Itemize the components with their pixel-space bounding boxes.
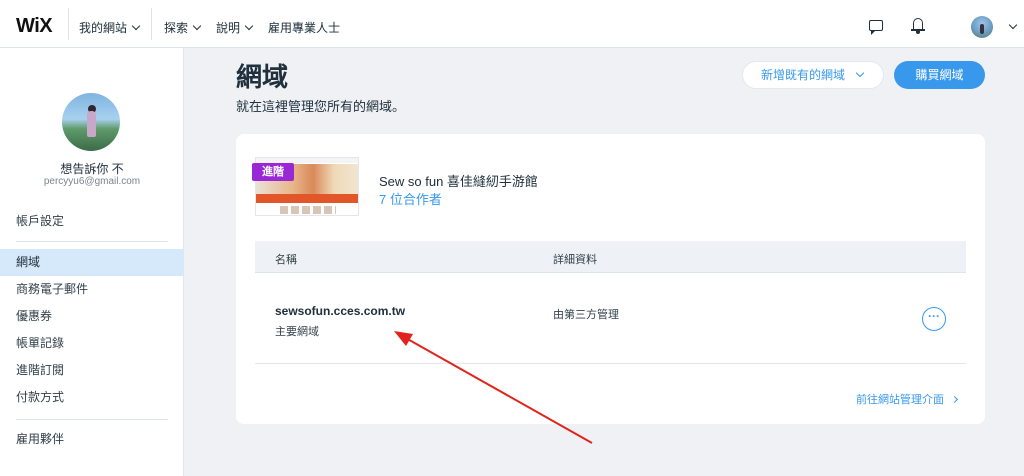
topbar-divider [151,8,152,40]
go-to-dashboard-link[interactable]: 前往網站管理介面 [856,391,959,407]
sidebar-item-account-settings[interactable]: 帳戶設定 [0,208,184,235]
sidebar-item-billing-history[interactable]: 帳單記錄 [0,330,184,357]
go-to-dashboard-label: 前往網站管理介面 [856,394,944,406]
hire-pro-link[interactable]: 雇用專業人士 [268,19,340,36]
chat-icon[interactable] [869,20,883,35]
site-name: Sew so fun 喜佳縫紉手游館 [379,174,538,189]
topbar-divider [68,8,69,40]
chevron-down-icon [244,21,254,31]
add-existing-domain-label: 新增既有的網域 [761,68,846,82]
chevron-down-icon [855,68,865,78]
chevron-down-icon[interactable] [1008,20,1018,30]
column-header-details: 詳細資料 [553,254,597,266]
sidebar-item-payment-methods[interactable]: 付款方式 [0,384,184,411]
add-existing-domain-button[interactable]: 新增既有的網域 [742,61,884,89]
my-sites-label: 我的網站 [79,21,128,35]
row-divider [255,363,966,364]
page-title: 網域 [236,62,289,92]
table-header: 名稱 詳細資料 [255,241,966,273]
more-actions-button[interactable]: ··· [922,307,946,331]
domain-type: 主要網域 [275,326,319,338]
sidebar-divider [16,241,168,242]
sidebar-item-domains[interactable]: 網域 [0,249,184,276]
premium-badge: 進階 [252,163,294,181]
chevron-down-icon [131,21,141,31]
explore-label: 探索 [164,21,189,35]
buy-domain-button[interactable]: 購買網域 [894,61,985,89]
user-name: 想告訴你 不 [60,162,124,176]
sidebar-item-premium-subscriptions[interactable]: 進階訂閱 [0,357,184,384]
site-domains-card: 進階 Sew so fun 喜佳縫紉手游館 7 位合作者 名稱 詳細資料 sew… [236,134,985,424]
help-label: 說明 [216,21,241,35]
help-menu[interactable]: 說明 [216,19,254,36]
sidebar-divider [16,419,168,420]
column-header-name: 名稱 [275,254,297,266]
page-subtitle: 就在這裡管理您所有的網域。 [236,99,406,114]
chevron-down-icon [192,21,202,31]
user-email: percyyu6@gmail.com [43,176,141,187]
domain-detail: 由第三方管理 [553,309,619,321]
sidebar-item-business-email[interactable]: 商務電子郵件 [0,276,184,303]
sidebar: 想告訴你 不 percyyu6@gmail.com 帳戶設定 網域 商務電子郵件… [0,48,184,476]
explore-menu[interactable]: 探索 [164,19,202,36]
avatar[interactable] [971,16,993,38]
sidebar-item-partners[interactable]: 雇用夥伴 [0,426,184,453]
my-sites-menu[interactable]: 我的網站 [79,19,141,36]
chevron-right-icon [950,395,959,404]
collaborators-link[interactable]: 7 位合作者 [379,189,442,208]
domain-name[interactable]: sewsofun.cces.com.tw [275,304,405,318]
wix-logo[interactable]: WiX [16,15,53,38]
sidebar-item-coupons[interactable]: 優惠券 [0,303,184,330]
top-bar: WiX 我的網站 探索 說明 雇用專業人士 [0,0,1024,48]
bell-icon[interactable] [911,18,925,34]
profile-avatar [62,93,120,151]
